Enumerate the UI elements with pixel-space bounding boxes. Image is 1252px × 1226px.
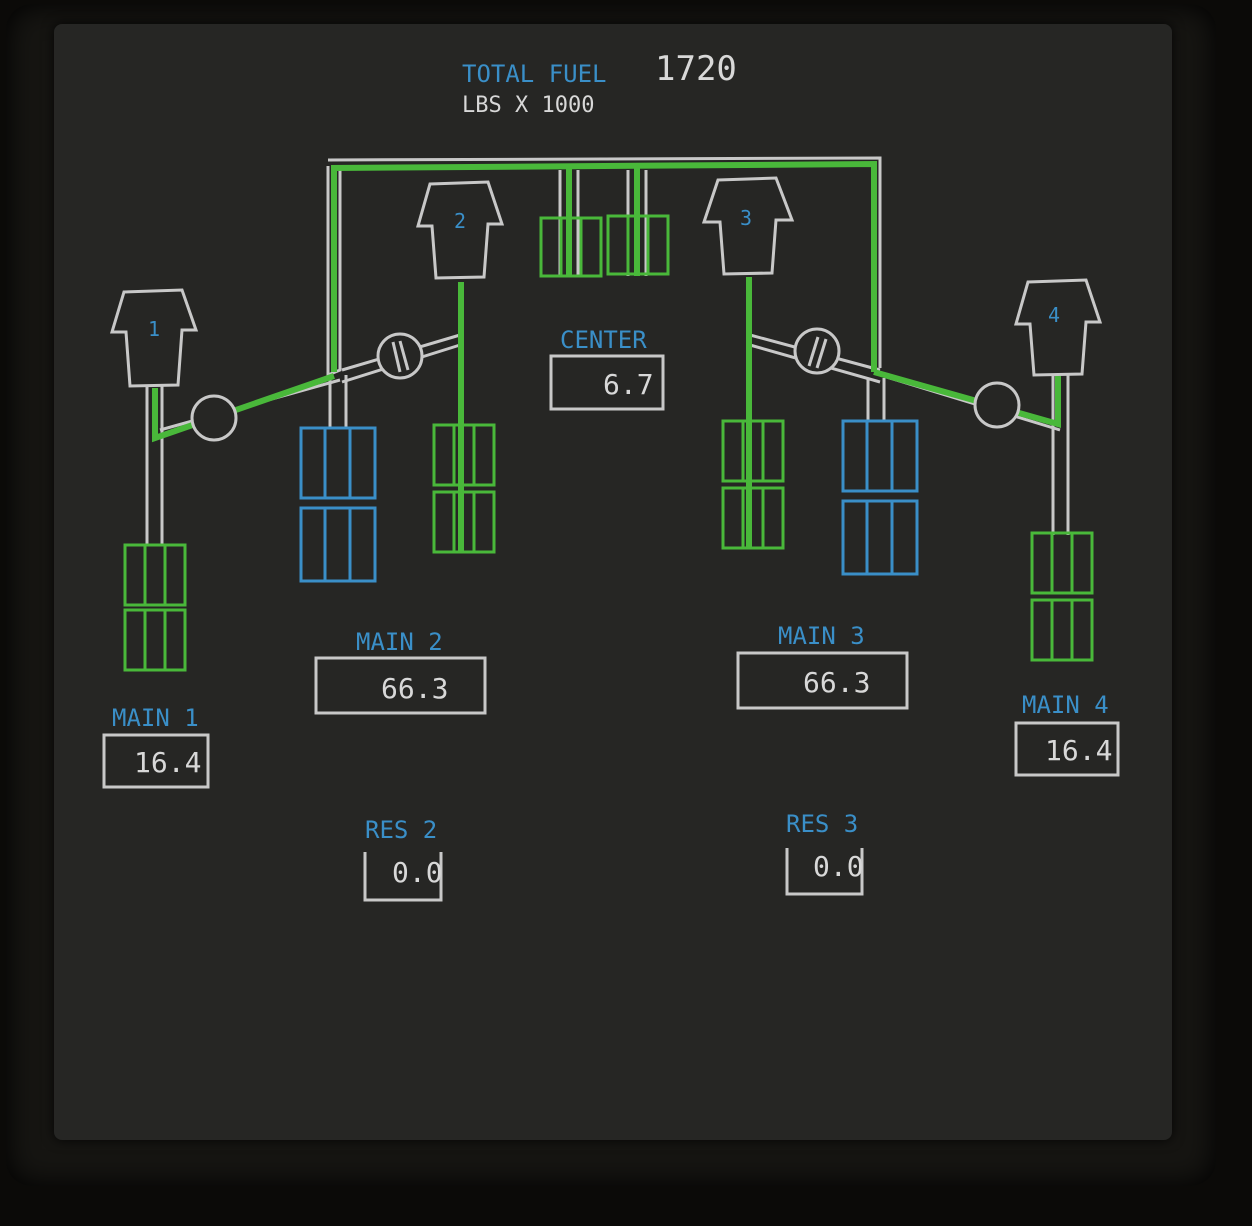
units-label: LBS X 1000	[462, 93, 594, 118]
total-fuel-value: 1720	[655, 49, 737, 89]
fuel-system-diagram: TOTAL FUEL 1720 LBS X 1000 1 2 3 4 CENTE…	[102, 49, 1120, 902]
main3-pump-fwd	[841, 419, 919, 493]
engine-2-label: 2	[454, 209, 466, 233]
main1-pump-aft	[123, 608, 187, 672]
res3-tank-label: RES 3	[786, 810, 858, 838]
main3-pump-aft	[841, 499, 919, 576]
center-tank-value: 6.7	[603, 368, 654, 401]
res3-tank-value: 0.0	[813, 850, 864, 883]
main3-override-pump-aft	[721, 486, 785, 550]
main1-tank-value: 16.4	[134, 746, 201, 779]
main3-tank-value: 66.3	[803, 666, 870, 699]
res2-tank-value: 0.0	[392, 856, 443, 889]
pumps-on	[123, 214, 1094, 672]
engine-4-label: 4	[1048, 303, 1060, 327]
main1-tank-label: MAIN 1	[112, 704, 199, 732]
main2-pump-fwd	[299, 426, 377, 500]
crossfeed-valve-4	[973, 381, 1021, 429]
pumps-off	[299, 419, 919, 583]
main2-tank-label: MAIN 2	[356, 628, 443, 656]
total-fuel-label: TOTAL FUEL	[462, 60, 607, 88]
main4-tank-label: MAIN 4	[1022, 691, 1109, 719]
engine-4-icon	[1014, 278, 1103, 377]
main3-tank-label: MAIN 3	[778, 622, 865, 650]
crossfeed-valve-1	[190, 394, 238, 442]
main2-pump-aft	[299, 506, 377, 583]
main1-pump-fwd	[123, 543, 187, 607]
tank-value-boxes	[102, 354, 1120, 902]
main2-tank-value: 66.3	[381, 672, 448, 705]
engine-1-label: 1	[148, 317, 160, 341]
res2-tank-label: RES 2	[365, 816, 437, 844]
center-tank-label: CENTER	[560, 326, 647, 354]
main4-pump-fwd	[1030, 531, 1094, 595]
main4-pump-aft	[1030, 598, 1094, 662]
main4-tank-value: 16.4	[1045, 734, 1112, 767]
main3-override-pump-fwd	[721, 419, 785, 483]
engine-3-label: 3	[740, 206, 752, 230]
